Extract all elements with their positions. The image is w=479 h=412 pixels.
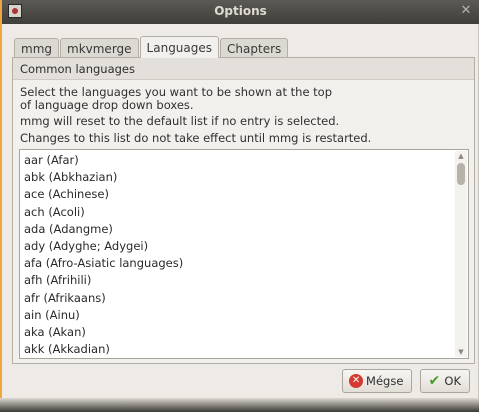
list-item[interactable]: ada (Adangme) <box>24 221 452 238</box>
list-item[interactable]: ain (Ainu) <box>24 307 452 324</box>
tab-chapters[interactable]: Chapters <box>220 38 289 58</box>
list-item[interactable]: afh (Afrihili) <box>24 272 452 289</box>
list-item[interactable]: abk (Abkhazian) <box>24 169 452 186</box>
list-item[interactable]: aka (Akan) <box>24 324 452 341</box>
scroll-up-icon[interactable]: ▲ <box>455 151 467 161</box>
scroll-down-icon[interactable]: ▼ <box>455 347 467 357</box>
cancel-label: Mégse <box>366 374 404 388</box>
tab-languages[interactable]: Languages <box>139 36 220 58</box>
description-line-2: of language drop down boxes. <box>20 98 194 112</box>
language-list[interactable]: aar (Afar) abk (Abkhazian) ace (Achinese… <box>19 149 469 359</box>
language-list-items: aar (Afar) abk (Abkhazian) ace (Achinese… <box>24 152 452 358</box>
window-title: Options <box>214 4 267 18</box>
close-icon[interactable]: ✕ <box>459 4 473 18</box>
list-item[interactable]: afa (Afro-Asiatic languages) <box>24 255 452 272</box>
tab-mmg[interactable]: mmg <box>14 38 59 58</box>
list-scrollbar[interactable]: ▲ ▼ <box>455 151 467 357</box>
list-item[interactable]: akk (Akkadian) <box>24 341 452 358</box>
title-bar[interactable]: Options ✕ <box>2 0 479 24</box>
tab-bar: mmg mkvmerge Languages Chapters <box>14 36 289 58</box>
reset-note: mmg will reset to the default list if no… <box>20 114 340 128</box>
window-bottom-edge <box>0 398 479 412</box>
list-item[interactable]: ace (Achinese) <box>24 186 452 203</box>
ok-label: OK <box>444 374 461 388</box>
options-dialog: Options ✕ mmg mkvmerge Languages Chapter… <box>0 0 479 412</box>
list-item[interactable]: ach (Acoli) <box>24 204 452 221</box>
list-item[interactable]: aar (Afar) <box>24 152 452 169</box>
cancel-icon: ✕ <box>349 374 364 388</box>
scroll-thumb[interactable] <box>457 163 465 185</box>
dialog-buttons: ✕ Mégse ✔ OK <box>334 369 470 393</box>
list-item[interactable]: ady (Adyghe; Adygei) <box>24 238 452 255</box>
tab-mkvmerge[interactable]: mkvmerge <box>60 38 139 58</box>
restart-note: Changes to this list do not take effect … <box>20 131 372 145</box>
languages-panel: Common languages Select the languages yo… <box>12 57 475 364</box>
ok-button[interactable]: ✔ OK <box>420 369 470 393</box>
list-item[interactable]: afr (Afrikaans) <box>24 290 452 307</box>
group-title: Common languages <box>13 58 474 80</box>
cancel-button[interactable]: ✕ Mégse <box>342 369 413 393</box>
checkmark-icon: ✔ <box>428 373 441 389</box>
